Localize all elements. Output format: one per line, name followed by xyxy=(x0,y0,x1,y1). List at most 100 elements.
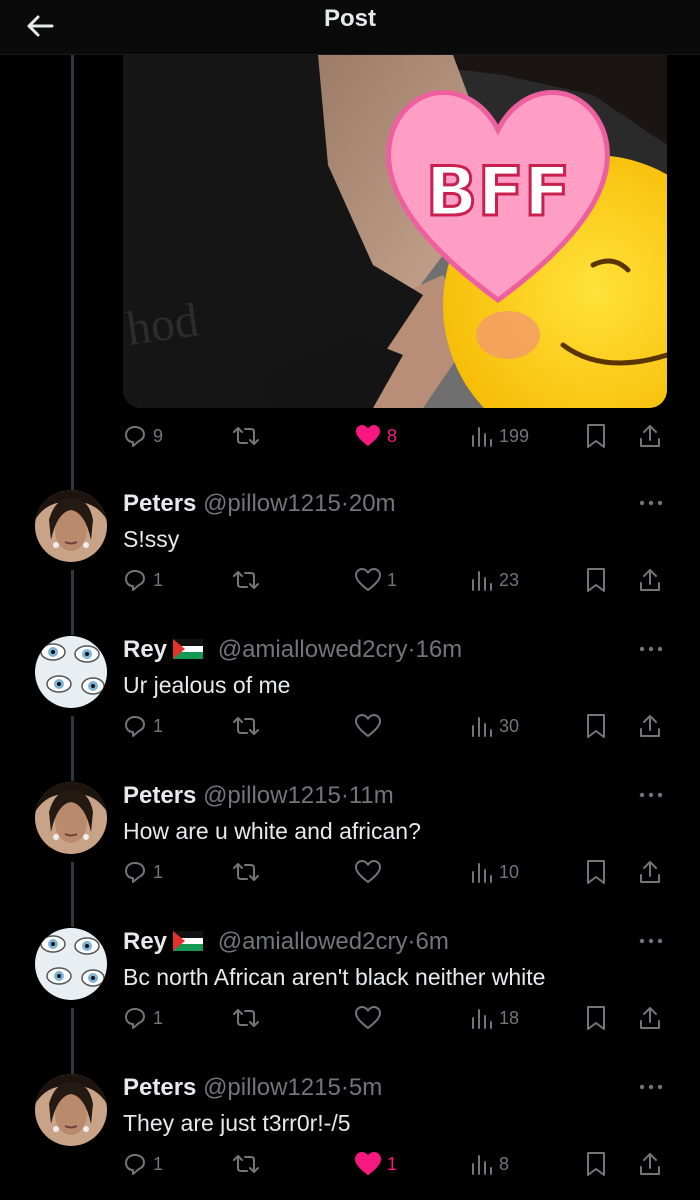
reply-actions: 1 1 23 xyxy=(123,565,668,595)
share-button[interactable] xyxy=(638,857,662,887)
views-count: 18 xyxy=(499,1007,520,1028)
bookmark-button[interactable] xyxy=(585,857,607,887)
avatar[interactable] xyxy=(35,1074,107,1146)
avatar[interactable] xyxy=(35,928,107,1000)
reply-icon xyxy=(125,1154,145,1175)
like-count: 8 xyxy=(387,425,398,446)
display-name[interactable]: Rey xyxy=(123,928,167,955)
avatar[interactable] xyxy=(35,782,107,854)
reply-icon xyxy=(125,862,145,883)
views-button[interactable]: 8 xyxy=(471,1149,509,1179)
post-meta: Peters @pillow1215·20m xyxy=(123,490,396,518)
like-button[interactable]: 8 xyxy=(355,421,397,451)
bookmark-button[interactable] xyxy=(585,711,607,741)
bookmark-button[interactable] xyxy=(585,565,607,595)
reply-button[interactable]: 1 xyxy=(123,857,163,887)
display-name[interactable]: Peters xyxy=(123,1074,196,1101)
thread-line xyxy=(71,1008,74,1078)
repost-button[interactable] xyxy=(233,711,259,741)
views-icon xyxy=(472,427,492,447)
timestamp[interactable]: 5m xyxy=(349,1074,382,1101)
bookmark-icon xyxy=(587,860,605,884)
heart-icon xyxy=(355,1152,381,1176)
heart-icon xyxy=(355,714,381,738)
post-text: S!ssy xyxy=(123,526,180,552)
reply-count: 1 xyxy=(153,569,164,590)
user-handle[interactable]: @amiallowed2cry xyxy=(218,636,408,663)
post-image[interactable]: hod BFF xyxy=(123,55,667,408)
share-button[interactable] xyxy=(638,1003,662,1033)
timestamp[interactable]: 11m xyxy=(349,782,394,809)
repost-button[interactable] xyxy=(233,565,259,595)
reply-count: 1 xyxy=(153,1007,164,1028)
share-button[interactable] xyxy=(638,565,662,595)
views-count: 23 xyxy=(499,569,520,590)
views-button[interactable]: 30 xyxy=(471,711,519,741)
share-icon xyxy=(640,715,660,737)
bookmark-button[interactable] xyxy=(585,1003,607,1033)
bookmark-icon xyxy=(587,568,605,592)
display-name[interactable]: Rey xyxy=(123,636,167,663)
like-count: 1 xyxy=(387,569,398,590)
views-icon xyxy=(472,717,492,737)
post-text: Bc north African aren't black neither wh… xyxy=(123,964,546,990)
more-icon[interactable] xyxy=(638,790,664,800)
repost-icon xyxy=(233,717,259,735)
reply-button[interactable]: 1 xyxy=(123,565,163,595)
user-handle[interactable]: @pillow1215 xyxy=(203,490,341,517)
repost-icon xyxy=(233,863,259,881)
top-bar: Post xyxy=(0,0,700,55)
display-name[interactable]: Peters xyxy=(123,490,196,517)
user-handle[interactable]: @pillow1215 xyxy=(203,782,341,809)
repost-button[interactable] xyxy=(233,1003,259,1033)
reply-icon xyxy=(125,1008,145,1029)
views-icon xyxy=(472,1155,492,1175)
more-icon[interactable] xyxy=(638,1082,664,1092)
like-button[interactable]: 1 xyxy=(355,565,397,595)
views-button[interactable]: 199 xyxy=(471,421,529,451)
reply-count: 1 xyxy=(153,861,164,882)
repost-button[interactable] xyxy=(233,421,259,451)
heart-icon xyxy=(356,425,380,446)
meta-separator: · xyxy=(340,782,349,809)
user-handle[interactable]: @pillow1215 xyxy=(203,1074,341,1101)
bookmark-icon xyxy=(587,1152,605,1176)
reply-icon xyxy=(125,716,145,737)
timestamp[interactable]: 6m xyxy=(415,928,448,955)
more-icon[interactable] xyxy=(638,936,664,946)
like-button[interactable]: 1 xyxy=(355,1149,397,1179)
repost-button[interactable] xyxy=(233,857,259,887)
more-icon[interactable] xyxy=(638,644,664,654)
avatar[interactable] xyxy=(35,490,107,562)
views-button[interactable]: 18 xyxy=(471,1003,519,1033)
share-button[interactable] xyxy=(638,1149,662,1179)
reply-button[interactable]: 9 xyxy=(123,421,163,451)
like-button[interactable] xyxy=(355,711,387,741)
share-button[interactable] xyxy=(638,711,662,741)
palestine-flag-icon xyxy=(173,931,204,951)
reply-button[interactable]: 1 xyxy=(123,1003,163,1033)
views-button[interactable]: 23 xyxy=(471,565,519,595)
display-name[interactable]: Peters xyxy=(123,782,196,809)
page-title: Post xyxy=(323,5,376,32)
more-icon[interactable] xyxy=(638,498,664,508)
reply-button[interactable]: 1 xyxy=(123,711,163,741)
user-handle[interactable]: @amiallowed2cry xyxy=(218,928,408,955)
bookmark-button[interactable] xyxy=(585,421,607,451)
palestine-flag-icon xyxy=(173,639,204,659)
repost-button[interactable] xyxy=(233,1149,259,1179)
reply-button[interactable]: 1 xyxy=(123,1149,163,1179)
reply-actions: 1 18 xyxy=(123,1003,668,1033)
views-count: 199 xyxy=(499,425,530,446)
like-button[interactable] xyxy=(355,857,387,887)
share-button[interactable] xyxy=(638,421,662,451)
bookmark-button[interactable] xyxy=(585,1149,607,1179)
timestamp[interactable]: 16m xyxy=(415,636,462,663)
timestamp[interactable]: 20m xyxy=(349,490,396,517)
reply-actions: 1 1 8 xyxy=(123,1149,668,1179)
like-button[interactable] xyxy=(355,1003,387,1033)
meta-separator: · xyxy=(340,1074,349,1101)
views-button[interactable]: 10 xyxy=(471,857,519,887)
reply-actions: 1 10 xyxy=(123,857,668,887)
avatar[interactable] xyxy=(35,636,107,708)
